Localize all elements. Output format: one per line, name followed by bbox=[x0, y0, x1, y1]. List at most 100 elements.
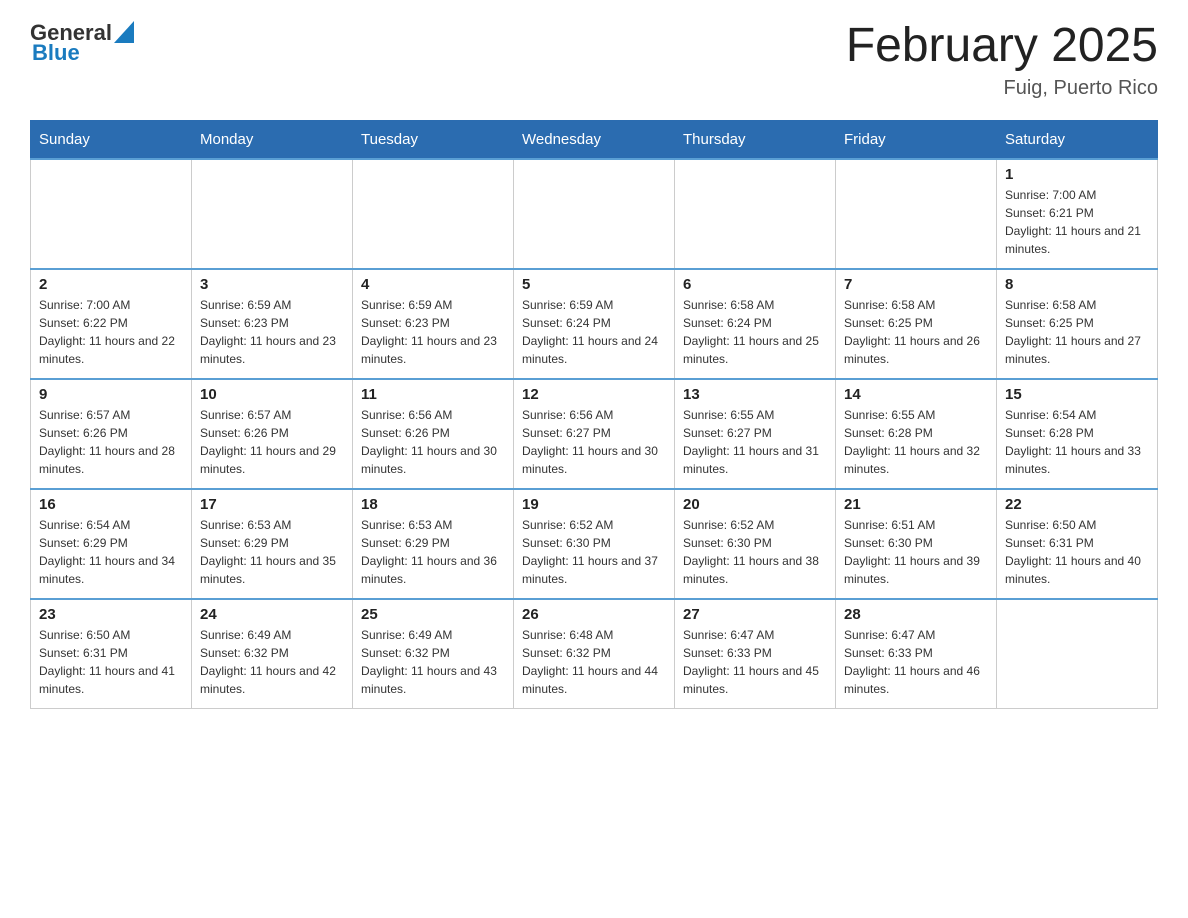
sunset-text: Sunset: 6:26 PM bbox=[39, 424, 183, 442]
sunset-text: Sunset: 6:26 PM bbox=[200, 424, 344, 442]
daylight-text: Daylight: 11 hours and 42 minutes. bbox=[200, 662, 344, 698]
table-row bbox=[997, 599, 1158, 709]
sunset-text: Sunset: 6:24 PM bbox=[522, 314, 666, 332]
day-number: 21 bbox=[844, 496, 988, 513]
day-number: 8 bbox=[1005, 276, 1149, 293]
sunset-text: Sunset: 6:23 PM bbox=[200, 314, 344, 332]
sunrise-text: Sunrise: 6:59 AM bbox=[361, 296, 505, 314]
table-row bbox=[836, 159, 997, 269]
calendar-week-row: 1 Sunrise: 7:00 AMSunset: 6:21 PMDaylight… bbox=[31, 159, 1158, 269]
day-info: Sunrise: 6:55 AMSunset: 6:27 PMDaylight:… bbox=[683, 406, 827, 478]
day-info: Sunrise: 6:59 AMSunset: 6:23 PMDaylight:… bbox=[200, 296, 344, 368]
day-number: 4 bbox=[361, 276, 505, 293]
table-row bbox=[675, 159, 836, 269]
day-number: 24 bbox=[200, 606, 344, 623]
day-info: Sunrise: 6:54 AMSunset: 6:28 PMDaylight:… bbox=[1005, 406, 1149, 478]
day-info: Sunrise: 6:51 AMSunset: 6:30 PMDaylight:… bbox=[844, 516, 988, 588]
sunset-text: Sunset: 6:21 PM bbox=[1005, 204, 1149, 222]
table-row: 24 Sunrise: 6:49 AMSunset: 6:32 PMDayligh… bbox=[192, 599, 353, 709]
daylight-text: Daylight: 11 hours and 22 minutes. bbox=[39, 332, 183, 368]
day-number: 20 bbox=[683, 496, 827, 513]
sunrise-text: Sunrise: 6:55 AM bbox=[683, 406, 827, 424]
sunrise-text: Sunrise: 6:47 AM bbox=[683, 626, 827, 644]
table-row: 7 Sunrise: 6:58 AMSunset: 6:25 PMDaylight… bbox=[836, 269, 997, 379]
table-row: 20Sunrise: 6:52 AMSunset: 6:30 PMDayligh… bbox=[675, 489, 836, 599]
day-info: Sunrise: 6:58 AMSunset: 6:25 PMDaylight:… bbox=[1005, 296, 1149, 368]
sunrise-text: Sunrise: 6:56 AM bbox=[361, 406, 505, 424]
day-number: 27 bbox=[683, 606, 827, 623]
sunrise-text: Sunrise: 6:57 AM bbox=[39, 406, 183, 424]
table-row: 25Sunrise: 6:49 AMSunset: 6:32 PMDayligh… bbox=[353, 599, 514, 709]
sunrise-text: Sunrise: 6:54 AM bbox=[39, 516, 183, 534]
table-row: 3 Sunrise: 6:59 AMSunset: 6:23 PMDaylight… bbox=[192, 269, 353, 379]
logo: General Blue bbox=[30, 20, 134, 66]
month-title: February 2025 bbox=[846, 20, 1158, 73]
day-number: 10 bbox=[200, 386, 344, 403]
calendar-week-row: 16Sunrise: 6:54 AMSunset: 6:29 PMDayligh… bbox=[31, 489, 1158, 599]
day-number: 1 bbox=[1005, 166, 1149, 183]
day-info: Sunrise: 6:54 AMSunset: 6:29 PMDaylight:… bbox=[39, 516, 183, 588]
day-number: 5 bbox=[522, 276, 666, 293]
daylight-text: Daylight: 11 hours and 43 minutes. bbox=[361, 662, 505, 698]
day-info: Sunrise: 6:47 AMSunset: 6:33 PMDaylight:… bbox=[844, 626, 988, 698]
table-row: 8 Sunrise: 6:58 AMSunset: 6:25 PMDaylight… bbox=[997, 269, 1158, 379]
calendar-header-row: Sunday Monday Tuesday Wednesday Thursday… bbox=[31, 120, 1158, 159]
table-row: 17Sunrise: 6:53 AMSunset: 6:29 PMDayligh… bbox=[192, 489, 353, 599]
day-number: 23 bbox=[39, 606, 183, 623]
sunrise-text: Sunrise: 6:50 AM bbox=[39, 626, 183, 644]
sunrise-text: Sunrise: 6:49 AM bbox=[200, 626, 344, 644]
day-info: Sunrise: 6:59 AMSunset: 6:24 PMDaylight:… bbox=[522, 296, 666, 368]
daylight-text: Daylight: 11 hours and 37 minutes. bbox=[522, 552, 666, 588]
sunrise-text: Sunrise: 6:58 AM bbox=[1005, 296, 1149, 314]
daylight-text: Daylight: 11 hours and 26 minutes. bbox=[844, 332, 988, 368]
sunset-text: Sunset: 6:31 PM bbox=[39, 644, 183, 662]
table-row: 26Sunrise: 6:48 AMSunset: 6:32 PMDayligh… bbox=[514, 599, 675, 709]
day-number: 26 bbox=[522, 606, 666, 623]
sunrise-text: Sunrise: 6:53 AM bbox=[200, 516, 344, 534]
sunset-text: Sunset: 6:32 PM bbox=[200, 644, 344, 662]
table-row: 14Sunrise: 6:55 AMSunset: 6:28 PMDayligh… bbox=[836, 379, 997, 489]
sunset-text: Sunset: 6:25 PM bbox=[844, 314, 988, 332]
sunset-text: Sunset: 6:27 PM bbox=[522, 424, 666, 442]
daylight-text: Daylight: 11 hours and 23 minutes. bbox=[200, 332, 344, 368]
daylight-text: Daylight: 11 hours and 44 minutes. bbox=[522, 662, 666, 698]
day-number: 28 bbox=[844, 606, 988, 623]
daylight-text: Daylight: 11 hours and 21 minutes. bbox=[1005, 222, 1149, 258]
sunrise-text: Sunrise: 6:59 AM bbox=[200, 296, 344, 314]
day-number: 2 bbox=[39, 276, 183, 293]
sunrise-text: Sunrise: 6:58 AM bbox=[844, 296, 988, 314]
sunset-text: Sunset: 6:27 PM bbox=[683, 424, 827, 442]
table-row: 5 Sunrise: 6:59 AMSunset: 6:24 PMDaylight… bbox=[514, 269, 675, 379]
table-row: 13 Sunrise: 6:55 AMSunset: 6:27 PMDayligh… bbox=[675, 379, 836, 489]
daylight-text: Daylight: 11 hours and 40 minutes. bbox=[1005, 552, 1149, 588]
sunrise-text: Sunrise: 6:52 AM bbox=[683, 516, 827, 534]
daylight-text: Daylight: 11 hours and 29 minutes. bbox=[200, 442, 344, 478]
day-number: 7 bbox=[844, 276, 988, 293]
day-info: Sunrise: 7:00 AMSunset: 6:22 PMDaylight:… bbox=[39, 296, 183, 368]
daylight-text: Daylight: 11 hours and 24 minutes. bbox=[522, 332, 666, 368]
sunset-text: Sunset: 6:29 PM bbox=[200, 534, 344, 552]
calendar-week-row: 23 Sunrise: 6:50 AMSunset: 6:31 PM Dayligh… bbox=[31, 599, 1158, 709]
day-info: Sunrise: 6:56 AMSunset: 6:27 PMDaylight:… bbox=[522, 406, 666, 478]
sunset-text: Sunset: 6:28 PM bbox=[844, 424, 988, 442]
day-info: Sunrise: 6:56 AMSunset: 6:26 PMDaylight:… bbox=[361, 406, 505, 478]
sunset-text: Sunset: 6:29 PM bbox=[39, 534, 183, 552]
table-row: 18Sunrise: 6:53 AMSunset: 6:29 PMDayligh… bbox=[353, 489, 514, 599]
table-row: 15Sunrise: 6:54 AMSunset: 6:28 PMDayligh… bbox=[997, 379, 1158, 489]
day-info: Sunrise: 6:53 AMSunset: 6:29 PMDaylight:… bbox=[200, 516, 344, 588]
sunrise-text: Sunrise: 6:55 AM bbox=[844, 406, 988, 424]
col-monday: Monday bbox=[192, 120, 353, 159]
table-row: 16Sunrise: 6:54 AMSunset: 6:29 PMDayligh… bbox=[31, 489, 192, 599]
col-wednesday: Wednesday bbox=[514, 120, 675, 159]
day-number: 19 bbox=[522, 496, 666, 513]
sunset-text: Sunset: 6:31 PM bbox=[1005, 534, 1149, 552]
day-info: Sunrise: 6:58 AMSunset: 6:24 PMDaylight:… bbox=[683, 296, 827, 368]
day-info: Sunrise: 7:00 AMSunset: 6:21 PMDaylight:… bbox=[1005, 186, 1149, 258]
sunrise-text: Sunrise: 6:59 AM bbox=[522, 296, 666, 314]
day-info: Sunrise: 6:59 AMSunset: 6:23 PMDaylight:… bbox=[361, 296, 505, 368]
sunset-text: Sunset: 6:30 PM bbox=[683, 534, 827, 552]
sunrise-text: Sunrise: 6:48 AM bbox=[522, 626, 666, 644]
day-number: 3 bbox=[200, 276, 344, 293]
day-number: 13 bbox=[683, 386, 827, 403]
table-row: 1 Sunrise: 7:00 AMSunset: 6:21 PMDaylight… bbox=[997, 159, 1158, 269]
